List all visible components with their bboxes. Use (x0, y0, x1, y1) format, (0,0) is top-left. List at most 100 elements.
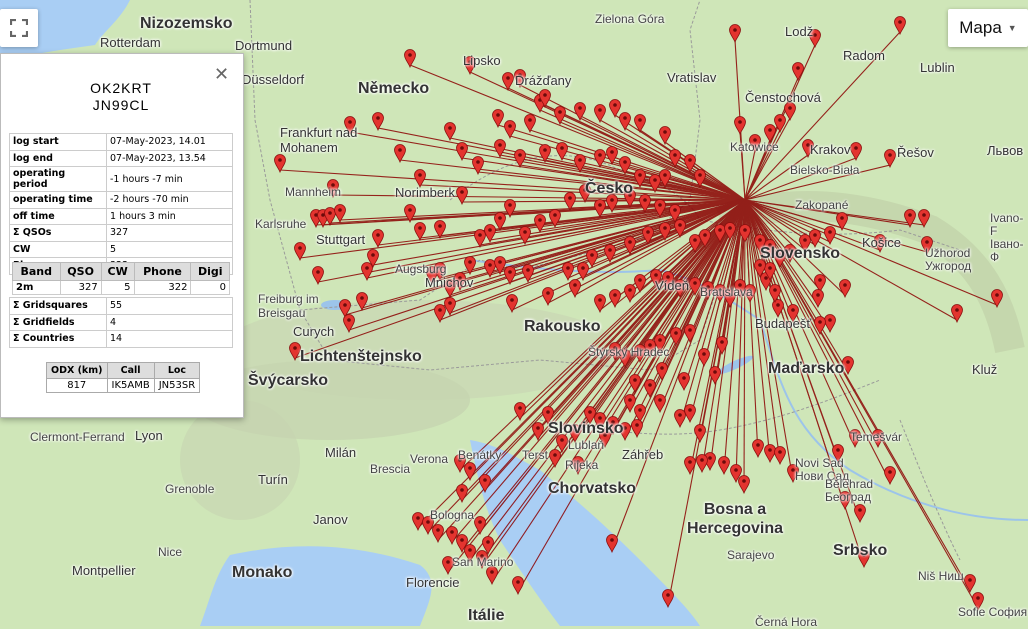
label-srbsko: Srbsko (833, 542, 888, 559)
label-viden: Vídeň (655, 278, 689, 293)
stats-key: CW (9, 240, 107, 258)
label-kosice: Košice (862, 235, 902, 250)
label-bratislava: Bratislava (700, 285, 753, 299)
label-milan: Milán (325, 445, 357, 460)
stats-row: log end 07-May-2023, 13.54 (9, 149, 233, 167)
label-nice: Nice (158, 545, 183, 559)
label-svycarsko: Švýcarsko (248, 372, 329, 389)
label-mnichov: Mnichov (425, 275, 474, 290)
station-locator: JN99CL (92, 97, 150, 113)
label-bologna: Bologna (430, 508, 475, 522)
label-uzhorod: Užhorod Ужгород (925, 246, 972, 273)
label-mannheim: Mannheim (285, 185, 342, 199)
band-cell: 2m (12, 280, 61, 295)
label-krakov: Krakov (810, 142, 851, 157)
label-karlsruhe: Karlsruhe (255, 217, 307, 231)
label-lvov: Львов (987, 143, 1024, 158)
totals-value: 55 (106, 297, 233, 315)
band-cell: 5 (100, 280, 135, 295)
fullscreen-icon (10, 19, 28, 37)
label-lyon: Lyon (135, 428, 163, 443)
label-rotterdam: Rotterdam (100, 35, 161, 50)
log-stats-table: log start 07-May-2023, 14.01 log end 07-May… (9, 133, 233, 275)
stats-value: 1 hours 3 min (106, 207, 233, 225)
label-montpellier: Montpellier (72, 563, 136, 578)
label-curych: Curych (293, 324, 335, 339)
label-frankfurt: Frankfurt nad Mohanem (280, 125, 358, 155)
label-dusseldorf: Düsseldorf (242, 72, 305, 87)
label-bosna: Bosna a Hercegovina (686, 501, 784, 537)
chevron-down-icon: ▼ (1007, 23, 1017, 33)
stats-value: -1 hours -7 min (106, 166, 233, 192)
stats-row: Σ QSOs 327 (9, 224, 233, 242)
label-nemecko: Německo (358, 80, 430, 97)
label-chorvatsko: Chorvatsko (548, 480, 637, 497)
label-benatky: Benátky (458, 448, 502, 462)
label-budapest: Budapešť (755, 316, 812, 331)
label-bielsko: Bielsko-Biała (790, 163, 860, 177)
label-florencie: Florencie (406, 575, 460, 590)
label-augsburg: Augsburg (395, 262, 447, 276)
stats-row: log start 07-May-2023, 14.01 (9, 133, 233, 151)
odx-cell: JN53SR (153, 378, 201, 393)
label-clermont: Clermont-Ferrand (30, 430, 125, 444)
stats-key: log end (9, 149, 107, 167)
label-dortmund: Dortmund (235, 38, 293, 53)
label-slovinsko: Slovinsko (548, 420, 624, 437)
stats-row: operating period -1 hours -7 min (9, 166, 233, 192)
totals-row: Σ Gridfields 4 (9, 313, 233, 331)
map-type-dropdown[interactable]: Mapa ▼ (948, 9, 1028, 47)
label-ivano: Ivano-F Івано-Ф (990, 211, 1024, 264)
stats-key: operating time (9, 191, 107, 209)
totals-table: Σ Gridsquares 55 Σ Gridfields 4 Σ Countries 1… (9, 297, 233, 348)
label-sarajevo: Sarajevo (727, 548, 775, 562)
label-nizozemsko: Nizozemsko (140, 15, 233, 32)
label-czestochowa: Čenstochová (745, 90, 821, 105)
stats-value: 327 (106, 224, 233, 242)
stats-value: 5 (106, 240, 233, 258)
label-turin: Turín (258, 472, 288, 487)
label-katowice: Katowice (730, 140, 779, 154)
label-trst: Terst (522, 448, 549, 462)
label-rijeka: Rijeka (565, 458, 599, 472)
label-sanmarino: San Marino (452, 555, 514, 569)
totals-row: Σ Countries 14 (9, 330, 233, 348)
totals-value: 4 (106, 313, 233, 331)
label-rzeszow: Řešov (897, 145, 934, 160)
stats-key: off time (9, 207, 107, 225)
label-madarsko: Maďarsko (768, 360, 845, 377)
label-grenoble: Grenoble (165, 482, 215, 496)
label-brescia: Brescia (370, 462, 411, 476)
label-rakousko: Rakousko (524, 318, 601, 335)
label-drazdany: Drážďany (515, 73, 572, 88)
label-monako: Monako (232, 564, 293, 581)
label-cesko: Česko (585, 180, 634, 197)
label-lodz: Lodž (785, 24, 814, 39)
label-radom: Radom (843, 48, 885, 63)
label-zielona: Zielona Góra (595, 12, 665, 26)
stats-value: 07-May-2023, 13.54 (106, 149, 233, 167)
stats-row: off time 1 hours 3 min (9, 207, 233, 225)
label-kluz: Kluž (972, 362, 998, 377)
label-italie: Itálie (468, 607, 505, 624)
label-verona: Verona (410, 452, 449, 466)
stats-row: CW 5 (9, 240, 233, 258)
label-cernahora: Černá Hora (755, 615, 818, 629)
stats-row: operating time -2 hours -70 min (9, 191, 233, 209)
odx-header: ODX (km) (46, 362, 108, 379)
stats-key: log start (9, 133, 107, 151)
odx-table: ODX (km) Call Loc 817 IK5AMB JN53SR (46, 362, 201, 393)
stats-key: operating period (9, 166, 107, 192)
label-stuttgart: Stuttgart (316, 232, 366, 247)
fullscreen-button[interactable] (0, 9, 38, 47)
stats-key: Σ QSOs (9, 224, 107, 242)
label-norimberk: Norimberk (395, 185, 455, 200)
label-lublan: Lublaň (568, 438, 605, 452)
label-wroclaw: Vratislav (667, 70, 717, 85)
odx-cell: 817 (46, 378, 108, 393)
band-header: QSO (59, 262, 102, 281)
label-janov: Janov (313, 512, 348, 527)
band-cell: 327 (59, 280, 102, 295)
stats-value: -2 hours -70 min (106, 191, 233, 209)
band-summary-table: Band QSO CW Phone Digi 2m 327 5 322 0 (12, 262, 230, 295)
